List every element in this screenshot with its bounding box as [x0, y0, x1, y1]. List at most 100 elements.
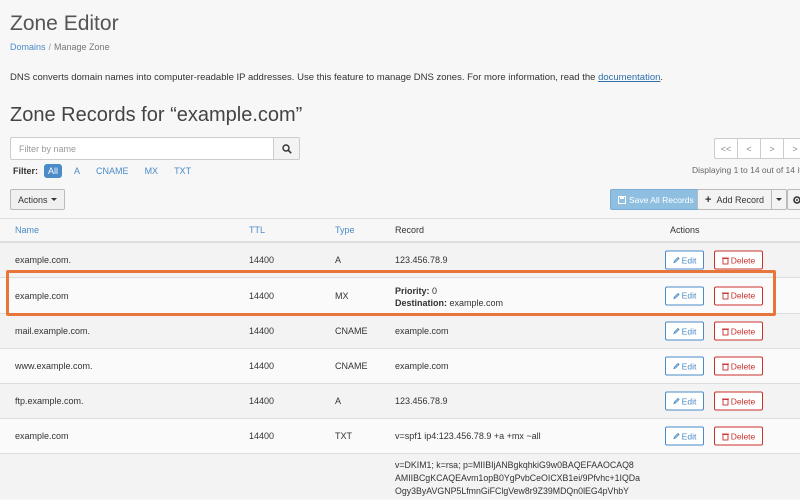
trash-icon — [721, 257, 729, 264]
record-name: mail.example.com. — [15, 326, 91, 336]
filter-all[interactable]: All — [44, 164, 63, 178]
edit-button[interactable]: Edit — [665, 321, 704, 341]
column-header-ttl[interactable]: TTL — [249, 225, 265, 235]
table-header: Name TTL Type Record Actions — [0, 218, 800, 243]
delete-label: Delete — [730, 326, 756, 336]
record-value: v=DKIM1; k=rsa; p=MIIBIjANBgkqhkiG9w0BAQ… — [395, 459, 640, 498]
edit-button[interactable]: Edit — [665, 356, 704, 376]
caret-down-icon — [50, 198, 57, 201]
edit-label: Edit — [681, 255, 697, 265]
record-value: example.com — [395, 361, 449, 371]
add-record-group: + Add Record — [697, 189, 787, 210]
record-value: v=spf1 ip4:123.456.78.9 +a +mx ~all — [395, 431, 541, 441]
filter-txt[interactable]: TXT — [170, 164, 195, 178]
filter-mx[interactable]: MX — [141, 164, 163, 178]
description-text: DNS converts domain names into computer-… — [10, 72, 599, 83]
filter-label: Filter: — [13, 166, 39, 176]
delete-button[interactable]: Delete — [714, 250, 763, 270]
first-page-button[interactable]: << — [714, 138, 738, 159]
save-all-records-button[interactable]: Save All Records — [610, 189, 702, 210]
record-type: CNAME — [335, 326, 368, 336]
breadcrumb-domains-link[interactable]: Domains — [10, 42, 46, 52]
breadcrumb-current: Manage Zone — [54, 42, 110, 52]
record-value: 123.456.78.9 — [395, 396, 448, 406]
table-row: example.com 14400 MX Priority: 0 Destina… — [0, 278, 800, 314]
table-row: example.com 14400 TXT v=spf1 ip4:123.456… — [0, 419, 800, 454]
edit-label: Edit — [681, 326, 697, 336]
table-row: example.com. 14400 A 123.456.78.9 Edit D… — [0, 243, 800, 278]
record-name: example.com. — [15, 255, 72, 265]
displaying-count: Displaying 1 to 14 out of 14 it — [692, 165, 800, 175]
trash-icon — [721, 328, 729, 335]
record-ttl: 14400 — [249, 396, 275, 406]
trash-icon — [721, 363, 729, 370]
dkim-line: Ogy3ByAVGNP5LfmnGiFClgVew8r9Z39MDQn0lEG4… — [395, 486, 630, 496]
pencil-icon — [672, 397, 680, 405]
section-title: Zone Records for “example.com” — [10, 104, 303, 126]
settings-button[interactable] — [787, 189, 800, 210]
record-value: example.com — [395, 326, 449, 336]
record-name: ftp.example.com. — [15, 396, 84, 406]
zone-records-table: Name TTL Type Record Actions example.com… — [0, 218, 800, 499]
record-name: www.example.com. — [15, 361, 93, 371]
dkim-line: v=DKIM1; k=rsa; p=MIIBIjANBgkqhkiG9w0BAQ… — [395, 460, 634, 470]
pencil-icon — [672, 432, 680, 440]
plus-icon: + — [705, 193, 712, 206]
next-page-button[interactable]: > — [760, 138, 784, 159]
filter-cname[interactable]: CNAME — [92, 164, 133, 178]
destination-value: example.com — [449, 298, 504, 308]
delete-button[interactable]: Delete — [714, 356, 763, 376]
column-header-name[interactable]: Name — [15, 225, 39, 235]
pencil-icon — [672, 256, 680, 264]
edit-button[interactable]: Edit — [665, 391, 704, 411]
delete-button[interactable]: Delete — [714, 321, 763, 341]
delete-button[interactable]: Delete — [714, 391, 763, 411]
delete-label: Delete — [730, 361, 756, 371]
record-ttl: 14400 — [249, 255, 275, 265]
delete-button[interactable]: Delete — [714, 286, 763, 305]
delete-button[interactable]: Delete — [714, 426, 763, 446]
page-title: Zone Editor — [10, 12, 119, 35]
actions-label: Actions — [18, 194, 48, 205]
column-header-type[interactable]: Type — [335, 225, 355, 235]
record-value: 123.456.78.9 — [395, 255, 448, 265]
edit-button[interactable]: Edit — [665, 426, 704, 446]
record-ttl: 14400 — [249, 431, 275, 441]
record-ttl: 14400 — [249, 361, 275, 371]
column-header-actions: Actions — [670, 225, 700, 235]
pencil-icon — [672, 362, 680, 370]
save-icon — [618, 195, 626, 204]
prev-page-button[interactable]: < — [737, 138, 761, 159]
edit-button[interactable]: Edit — [665, 250, 704, 270]
record-type: MX — [335, 290, 349, 301]
pencil-icon — [672, 292, 680, 299]
gear-icon — [793, 195, 800, 204]
documentation-link[interactable]: documentation — [598, 72, 660, 83]
actions-dropdown-button[interactable]: Actions — [10, 189, 65, 210]
edit-label: Edit — [681, 361, 697, 371]
search-button[interactable] — [273, 137, 300, 160]
search-icon — [281, 143, 292, 154]
edit-label: Edit — [681, 431, 697, 441]
save-all-label: Save All Records — [629, 194, 694, 205]
record-type: A — [335, 396, 342, 406]
record-name: example.com — [15, 431, 69, 441]
table-row: www.example.com. 14400 CNAME example.com… — [0, 349, 800, 384]
mx-record-details: Priority: 0 Destination: example.com — [395, 285, 503, 309]
add-record-button[interactable]: + Add Record — [697, 189, 772, 210]
edit-button[interactable]: Edit — [665, 286, 704, 305]
pencil-icon — [672, 327, 680, 335]
record-type: A — [335, 255, 342, 265]
filter-a[interactable]: A — [70, 164, 84, 178]
edit-label: Edit — [681, 290, 697, 301]
last-page-button[interactable]: > — [783, 138, 800, 159]
breadcrumb: Domains / Manage Zone — [10, 42, 110, 52]
add-record-label: Add Record — [716, 194, 764, 205]
search-input[interactable] — [10, 137, 273, 160]
delete-label: Delete — [730, 431, 756, 441]
record-type: TXT — [335, 431, 352, 441]
delete-label: Delete — [730, 255, 756, 265]
chevron-down-icon — [775, 198, 782, 201]
filter-row: Filter: All A CNAME MX TXT — [13, 164, 203, 178]
add-record-dropdown-toggle[interactable] — [771, 189, 787, 210]
